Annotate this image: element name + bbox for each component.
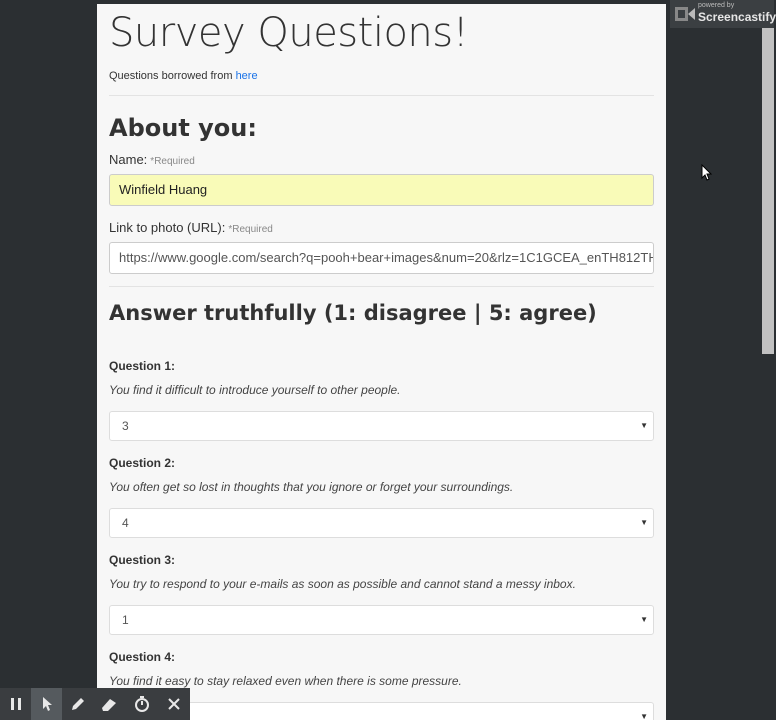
timer-icon[interactable]	[126, 688, 157, 720]
eraser-icon[interactable]	[93, 688, 124, 720]
question-4-select[interactable]: ▼	[109, 702, 654, 720]
photo-label-row: Link to photo (URL): *Required	[109, 220, 654, 235]
close-icon[interactable]	[158, 688, 189, 720]
photo-url-field[interactable]: https://www.google.com/search?q=pooh+bea…	[109, 242, 654, 274]
pointer-icon[interactable]	[31, 688, 62, 720]
credit-link[interactable]: here	[236, 70, 258, 82]
question-block: Question 1: You find it difficult to int…	[109, 359, 654, 441]
question-block: Question 2: You often get so lost in tho…	[109, 456, 654, 538]
select-value: 1	[122, 613, 129, 627]
question-label: Question 4:	[109, 650, 176, 664]
question-text: You find it easy to stay relaxed even wh…	[109, 674, 462, 688]
badge-brand-text: Screencastify	[698, 10, 776, 24]
answer-heading: Answer truthfully (1: disagree | 5: agre…	[109, 301, 597, 325]
name-label-row: Name: *Required	[109, 152, 654, 167]
about-heading: About you:	[109, 114, 257, 142]
name-label: Name:	[109, 152, 148, 167]
question-label: Question 3:	[109, 553, 176, 567]
credit-line: Questions borrowed from here	[109, 70, 654, 82]
survey-page: Survey Questions! Questions borrowed fro…	[97, 4, 666, 720]
credit-text: Questions borrowed from	[109, 70, 236, 82]
caret-down-icon: ▼	[640, 615, 648, 624]
question-text: You find it difficult to introduce yours…	[109, 383, 401, 397]
question-label: Question 1:	[109, 359, 176, 373]
question-text: You often get so lost in thoughts that y…	[109, 480, 514, 494]
photo-required-note: *Required	[228, 224, 273, 235]
name-field[interactable]: Winfield Huang	[109, 174, 654, 206]
question-text: You try to respond to your e-mails as so…	[109, 577, 576, 591]
photo-label: Link to photo (URL):	[109, 220, 226, 235]
pause-icon[interactable]	[0, 688, 31, 720]
recording-toolbar	[0, 688, 190, 720]
mouse-cursor-icon	[701, 164, 713, 181]
question-3-select[interactable]: 1 ▼	[109, 605, 654, 635]
question-label: Question 2:	[109, 456, 176, 470]
question-2-select[interactable]: 4 ▼	[109, 508, 654, 538]
divider	[109, 95, 654, 96]
scrollbar-thumb[interactable]	[762, 18, 774, 354]
question-block: Question 3: You try to respond to your e…	[109, 553, 654, 635]
caret-down-icon: ▼	[640, 518, 648, 527]
question-block: Question 4: You find it easy to stay rel…	[109, 650, 654, 720]
select-value: 4	[122, 516, 129, 530]
name-required-note: *Required	[150, 156, 195, 167]
page-title: Survey Questions!	[109, 10, 469, 56]
caret-down-icon: ▼	[640, 712, 648, 720]
pen-icon[interactable]	[62, 688, 93, 720]
screencastify-logo-icon	[675, 7, 695, 21]
badge-small-text: powered by	[698, 2, 735, 9]
divider	[109, 286, 654, 287]
caret-down-icon: ▼	[640, 421, 648, 430]
screencastify-badge: powered by Screencastify	[670, 0, 776, 28]
select-value: 3	[122, 419, 129, 433]
question-1-select[interactable]: 3 ▼	[109, 411, 654, 441]
